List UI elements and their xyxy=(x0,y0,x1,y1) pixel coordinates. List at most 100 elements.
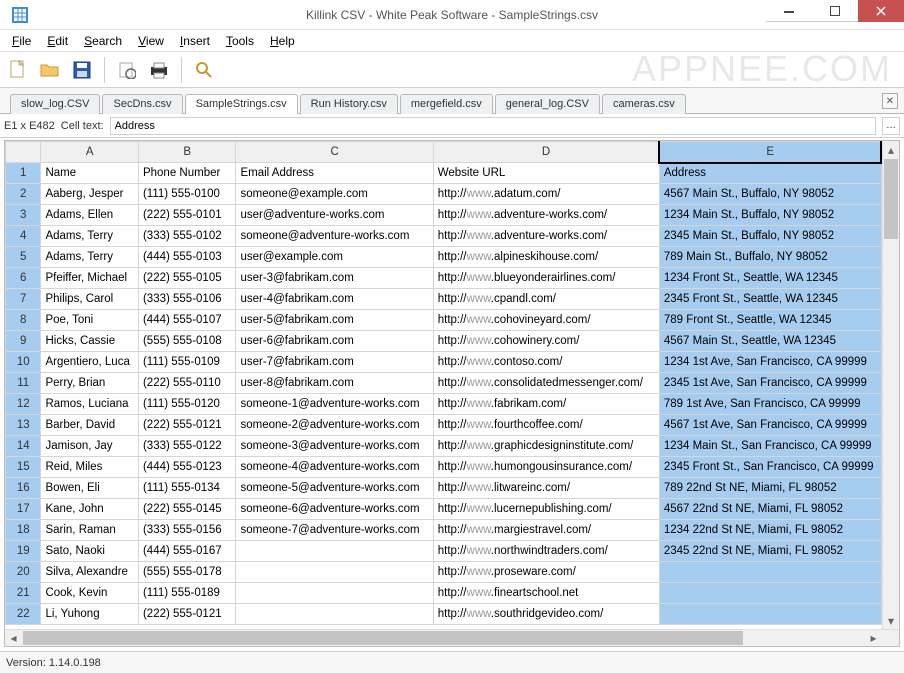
cell[interactable]: someone-7@adventure-works.com xyxy=(236,520,433,541)
cell[interactable]: http://www.southridgevideo.com/ xyxy=(433,604,659,625)
file-tab[interactable]: SecDns.csv xyxy=(102,94,182,114)
cell[interactable]: Perry, Brian xyxy=(41,373,139,394)
cell[interactable]: http://www.contoso.com/ xyxy=(433,352,659,373)
cell[interactable]: 4567 1st Ave, San Francisco, CA 99999 xyxy=(659,415,881,436)
cell[interactable]: http://www.adatum.com/ xyxy=(433,184,659,205)
cell[interactable]: user-5@fabrikam.com xyxy=(236,310,433,331)
cell[interactable]: 4567 Main St., Seattle, WA 12345 xyxy=(659,331,881,352)
cell[interactable]: 1234 Front St., Seattle, WA 12345 xyxy=(659,268,881,289)
row-header[interactable]: 3 xyxy=(6,205,41,226)
cell[interactable]: someone-3@adventure-works.com xyxy=(236,436,433,457)
row-header[interactable]: 5 xyxy=(6,247,41,268)
cell[interactable]: someone-4@adventure-works.com xyxy=(236,457,433,478)
menu-insert[interactable]: Insert xyxy=(172,32,218,50)
cell[interactable]: Barber, David xyxy=(41,415,139,436)
cell[interactable]: (111) 555-0189 xyxy=(138,583,236,604)
menu-edit[interactable]: Edit xyxy=(39,32,76,50)
cell[interactable]: (333) 555-0122 xyxy=(138,436,236,457)
row-header[interactable]: 13 xyxy=(6,415,41,436)
horizontal-scrollbar[interactable]: ◂ ▸ xyxy=(5,629,899,646)
cell[interactable]: 4567 22nd St NE, Miami, FL 98052 xyxy=(659,499,881,520)
file-tab[interactable]: slow_log.CSV xyxy=(10,94,100,114)
cell[interactable]: Adams, Ellen xyxy=(41,205,139,226)
cell[interactable]: Ramos, Luciana xyxy=(41,394,139,415)
cell[interactable]: 4567 Main St., Buffalo, NY 98052 xyxy=(659,184,881,205)
vertical-scrollbar[interactable]: ▴ ▾ xyxy=(882,141,899,629)
cell[interactable]: someone@example.com xyxy=(236,184,433,205)
menu-tools[interactable]: Tools xyxy=(218,32,262,50)
select-all-corner[interactable] xyxy=(6,142,41,163)
cell[interactable]: http://www.graphicdesigninstitute.com/ xyxy=(433,436,659,457)
cell[interactable] xyxy=(236,604,433,625)
cell[interactable]: Email Address xyxy=(236,163,433,184)
cell[interactable]: Website URL xyxy=(433,163,659,184)
row-header[interactable]: 14 xyxy=(6,436,41,457)
cell[interactable]: someone@adventure-works.com xyxy=(236,226,433,247)
cell[interactable]: (555) 555-0108 xyxy=(138,331,236,352)
cell[interactable]: Adams, Terry xyxy=(41,226,139,247)
file-tab[interactable]: cameras.csv xyxy=(602,94,686,114)
cell[interactable]: http://www.cohowinery.com/ xyxy=(433,331,659,352)
cell[interactable]: http://www.alpineskihouse.com/ xyxy=(433,247,659,268)
row-header[interactable]: 6 xyxy=(6,268,41,289)
cell[interactable]: (111) 555-0120 xyxy=(138,394,236,415)
menu-help[interactable]: Help xyxy=(262,32,303,50)
file-tab[interactable]: general_log.CSV xyxy=(495,94,600,114)
cell[interactable]: 789 Front St., Seattle, WA 12345 xyxy=(659,310,881,331)
cell[interactable]: someone-2@adventure-works.com xyxy=(236,415,433,436)
cell[interactable]: (333) 555-0106 xyxy=(138,289,236,310)
cell[interactable]: Aaberg, Jesper xyxy=(41,184,139,205)
print-preview-button[interactable] xyxy=(113,56,141,84)
row-header[interactable]: 17 xyxy=(6,499,41,520)
cell[interactable]: someone-6@adventure-works.com xyxy=(236,499,433,520)
row-header[interactable]: 4 xyxy=(6,226,41,247)
row-header[interactable]: 8 xyxy=(6,310,41,331)
row-header[interactable]: 9 xyxy=(6,331,41,352)
menu-file[interactable]: File xyxy=(4,32,39,50)
cell[interactable]: http://www.cpandl.com/ xyxy=(433,289,659,310)
save-button[interactable] xyxy=(68,56,96,84)
cell[interactable]: user-8@fabrikam.com xyxy=(236,373,433,394)
column-header[interactable]: D xyxy=(433,142,659,163)
data-grid[interactable]: ABCDE 1NamePhone NumberEmail AddressWebs… xyxy=(5,141,882,625)
row-header[interactable]: 18 xyxy=(6,520,41,541)
cell[interactable]: Argentiero, Luca xyxy=(41,352,139,373)
row-header[interactable]: 1 xyxy=(6,163,41,184)
cell[interactable]: Philips, Carol xyxy=(41,289,139,310)
file-tab[interactable]: Run History.csv xyxy=(300,94,398,114)
cell[interactable]: Sarin, Raman xyxy=(41,520,139,541)
cell[interactable]: 2345 22nd St NE, Miami, FL 98052 xyxy=(659,541,881,562)
cell[interactable]: (444) 555-0103 xyxy=(138,247,236,268)
cell[interactable]: (222) 555-0145 xyxy=(138,499,236,520)
cell[interactable]: user-4@fabrikam.com xyxy=(236,289,433,310)
cell[interactable]: http://www.adventure-works.com/ xyxy=(433,205,659,226)
cell[interactable]: Silva, Alexandre xyxy=(41,562,139,583)
cell[interactable]: (333) 555-0156 xyxy=(138,520,236,541)
row-header[interactable]: 2 xyxy=(6,184,41,205)
file-tab[interactable]: SampleStrings.csv xyxy=(185,94,298,114)
row-header[interactable]: 22 xyxy=(6,604,41,625)
cell[interactable]: http://www.blueyonderairlines.com/ xyxy=(433,268,659,289)
row-header[interactable]: 16 xyxy=(6,478,41,499)
cell[interactable]: (222) 555-0101 xyxy=(138,205,236,226)
cell[interactable]: user@example.com xyxy=(236,247,433,268)
column-header[interactable]: E xyxy=(659,142,881,163)
cell[interactable]: 1234 1st Ave, San Francisco, CA 99999 xyxy=(659,352,881,373)
cell-bar-expand-button[interactable]: … xyxy=(882,117,900,135)
cell[interactable]: (444) 555-0167 xyxy=(138,541,236,562)
cell[interactable]: http://www.margiestravel.com/ xyxy=(433,520,659,541)
cell[interactable]: user-3@fabrikam.com xyxy=(236,268,433,289)
cell[interactable]: http://www.fabrikam.com/ xyxy=(433,394,659,415)
cell[interactable]: Address xyxy=(659,163,881,184)
file-tab[interactable]: mergefield.csv xyxy=(400,94,493,114)
maximize-button[interactable] xyxy=(812,0,858,22)
cell[interactable]: 1234 22nd St NE, Miami, FL 98052 xyxy=(659,520,881,541)
cell[interactable]: Sato, Naoki xyxy=(41,541,139,562)
cell[interactable] xyxy=(236,562,433,583)
cell[interactable]: Kane, John xyxy=(41,499,139,520)
cell[interactable]: Jamison, Jay xyxy=(41,436,139,457)
cell[interactable]: http://www.adventure-works.com/ xyxy=(433,226,659,247)
cell[interactable]: http://www.proseware.com/ xyxy=(433,562,659,583)
cell[interactable]: (444) 555-0107 xyxy=(138,310,236,331)
cell[interactable] xyxy=(659,604,881,625)
